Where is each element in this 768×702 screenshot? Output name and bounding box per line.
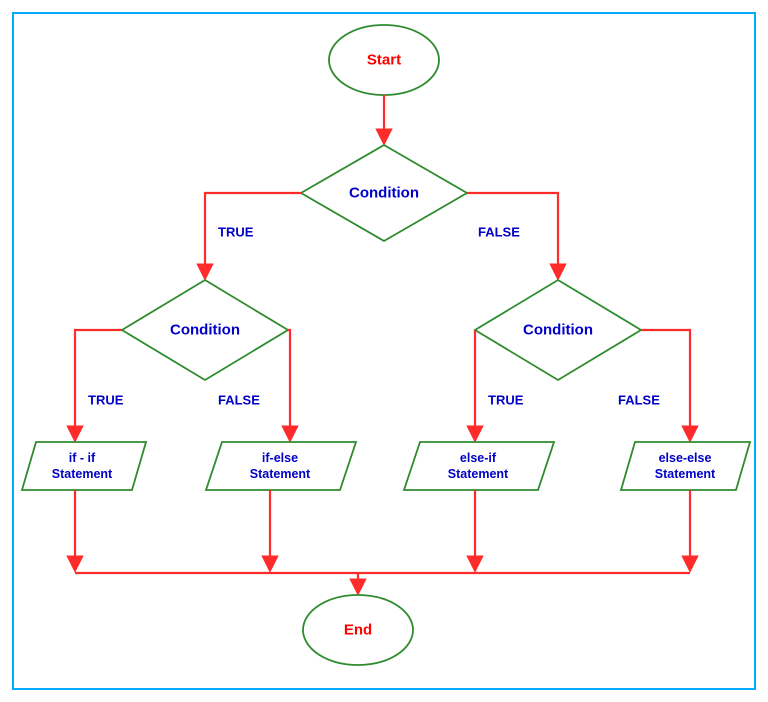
stmt-else-if-l2: Statement xyxy=(448,467,509,481)
cond-right-label: Condition xyxy=(523,322,593,339)
edge-leftcond-true xyxy=(75,330,122,440)
left-false-label: FALSE xyxy=(218,393,260,408)
start-label: Start xyxy=(367,52,401,69)
right-false-label: FALSE xyxy=(618,393,660,408)
flowchart-canvas: Start Condition TRUE FALSE Condition Con… xyxy=(0,0,768,702)
cond-top-label: Condition xyxy=(349,185,419,202)
right-true-label: TRUE xyxy=(488,393,524,408)
stmt-else-if-l1: else-if xyxy=(460,451,497,465)
stmt-if-else-l1: if-else xyxy=(262,451,298,465)
edge-rightcond-false xyxy=(641,330,690,440)
stmt-if-else-node xyxy=(206,442,356,490)
stmt-if-if-l2: Statement xyxy=(52,467,113,481)
top-false-label: FALSE xyxy=(478,225,520,240)
stmt-if-else-l2: Statement xyxy=(250,467,311,481)
left-true-label: TRUE xyxy=(88,393,124,408)
stmt-else-if-node xyxy=(404,442,554,490)
flowchart-svg: Start Condition TRUE FALSE Condition Con… xyxy=(0,0,768,702)
stmt-else-else-l1: else-else xyxy=(659,451,712,465)
end-label: End xyxy=(344,622,372,639)
stmt-if-if-node xyxy=(22,442,146,490)
stmt-else-else-node xyxy=(621,442,750,490)
top-true-label: TRUE xyxy=(218,225,254,240)
cond-left-label: Condition xyxy=(170,322,240,339)
stmt-else-else-l2: Statement xyxy=(655,467,716,481)
edge-leftcond-false xyxy=(288,330,290,440)
stmt-if-if-l1: if - if xyxy=(69,451,96,465)
